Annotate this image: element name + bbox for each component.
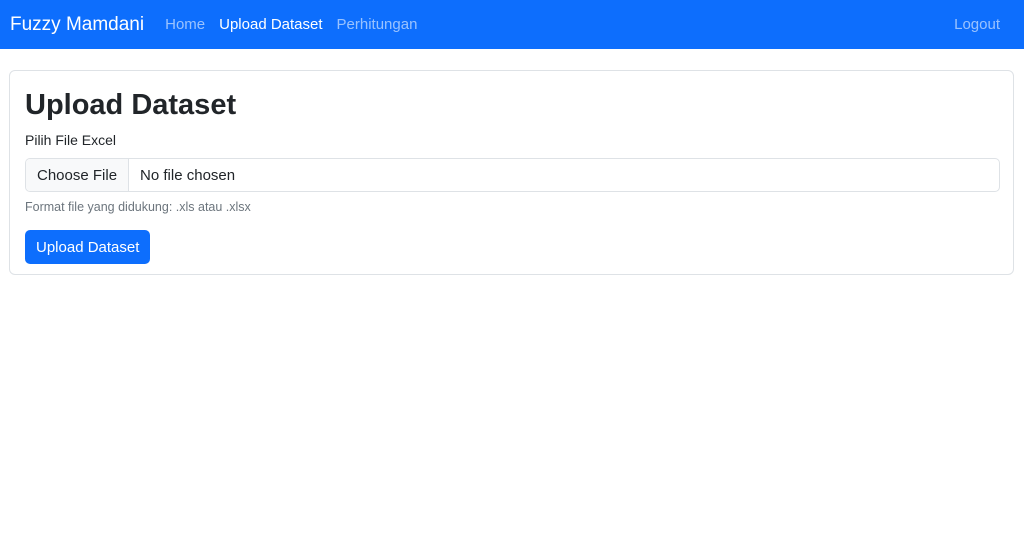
logout-link[interactable]: Logout [947,16,1007,33]
nav-link-perhitungan[interactable]: Perhitungan [330,16,425,33]
choose-file-button[interactable]: Choose File [26,159,130,191]
page-title: Upload Dataset [25,89,237,121]
nav-right: Logout [947,16,1014,34]
brand-link[interactable]: Fuzzy Mamdani [10,14,144,36]
upload-dataset-button[interactable]: Upload Dataset [25,230,151,264]
nav-links: Home Upload Dataset Perhitungan [158,16,424,33]
nav-link-upload-dataset[interactable]: Upload Dataset [212,16,329,33]
help-text: Format file yang didukung: .xls atau .xl… [25,200,251,214]
file-status: No file chosen [140,166,236,184]
navbar: Fuzzy Mamdani Home Upload Dataset Perhit… [0,0,1024,49]
nav-link-home[interactable]: Home [158,16,212,33]
file-input[interactable]: Choose File No file chosen [25,158,1000,192]
file-label: Pilih File Excel [25,132,117,148]
upload-card: Upload Dataset Pilih File Excel Choose F… [9,70,1014,275]
